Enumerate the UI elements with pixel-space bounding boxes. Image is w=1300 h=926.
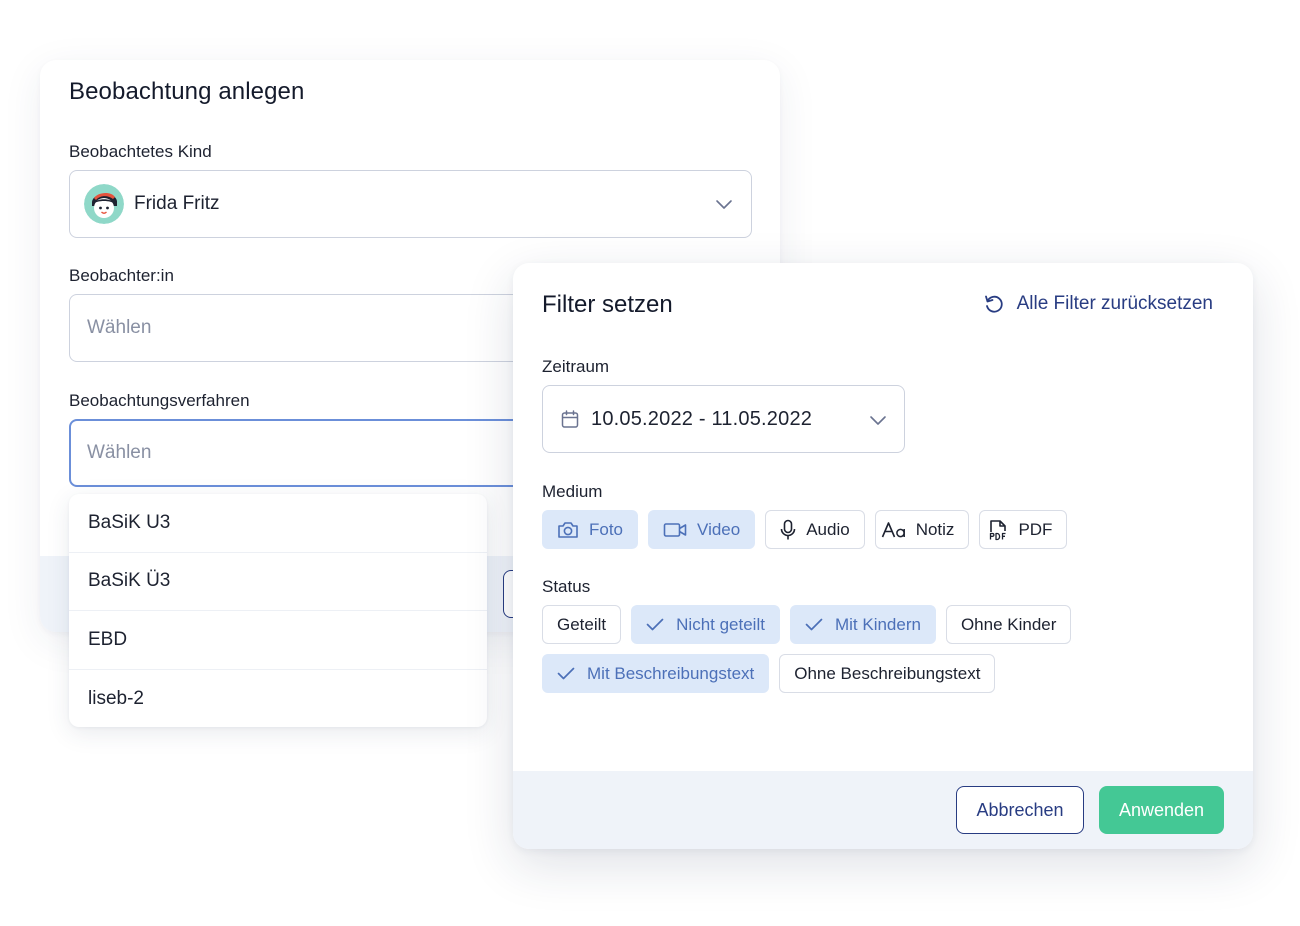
status-chip-row-1: Geteilt Nicht geteilt Mit Kindern Ohne K… bbox=[542, 605, 1072, 644]
filter-dialog-title: Filter setzen bbox=[542, 291, 673, 318]
status-chip-label: Ohne Beschreibungstext bbox=[794, 663, 981, 683]
medium-chip-label: PDF bbox=[1018, 519, 1053, 539]
child-select-value: Frida Fritz bbox=[134, 193, 220, 214]
status-chip-label: Ohne Kinder bbox=[960, 614, 1057, 634]
check-icon bbox=[557, 667, 575, 680]
check-icon bbox=[805, 618, 823, 631]
medium-chip-audio[interactable]: Audio bbox=[765, 510, 865, 549]
pdf-icon bbox=[988, 519, 1008, 541]
observer-select-placeholder: Wählen bbox=[87, 317, 152, 338]
status-chip-nicht-geteilt[interactable]: Nicht geteilt bbox=[631, 605, 780, 644]
reset-icon bbox=[984, 295, 1003, 313]
check-icon bbox=[646, 618, 664, 631]
medium-chip-row: Foto Video Audio Notiz PDF bbox=[542, 510, 1068, 549]
medium-chip-notiz[interactable]: Notiz bbox=[874, 510, 970, 549]
medium-label: Medium bbox=[542, 482, 603, 501]
dropdown-option[interactable]: BaSiK Ü3 bbox=[69, 553, 487, 611]
microphone-icon bbox=[780, 519, 796, 541]
dropdown-option[interactable]: BaSiK U3 bbox=[69, 494, 487, 553]
reset-filters-label: Alle Filter zurücksetzen bbox=[1016, 293, 1213, 314]
status-chip-label: Nicht geteilt bbox=[676, 614, 765, 634]
medium-chip-label: Notiz bbox=[915, 519, 955, 539]
cancel-button[interactable]: Abbrechen bbox=[956, 786, 1084, 834]
status-chip-mit-kindern[interactable]: Mit Kindern bbox=[789, 605, 936, 644]
observer-field-label: Beobachter:in bbox=[69, 266, 174, 285]
status-chip-label: Mit Beschreibungstext bbox=[587, 663, 755, 683]
medium-chip-pdf[interactable]: PDF bbox=[979, 510, 1068, 549]
status-chip-row-2: Mit Beschreibungstext Ohne Beschreibungs… bbox=[542, 654, 996, 693]
observation-form-title: Beobachtung anlegen bbox=[69, 78, 305, 105]
dropdown-option[interactable]: liseb-2 bbox=[69, 670, 487, 728]
method-select-placeholder: Wählen bbox=[87, 442, 152, 463]
video-icon bbox=[663, 522, 687, 538]
chevron-down-icon bbox=[716, 200, 732, 209]
period-label: Zeitraum bbox=[542, 357, 610, 376]
filter-dialog-footer: Abbrechen Anwenden bbox=[513, 771, 1253, 849]
medium-chip-label: Foto bbox=[589, 519, 624, 539]
reset-filters-link[interactable]: Alle Filter zurücksetzen bbox=[983, 293, 1213, 315]
calendar-icon bbox=[561, 409, 579, 428]
apply-button[interactable]: Anwenden bbox=[1099, 786, 1224, 834]
period-value: 10.05.2022 - 11.05.2022 bbox=[591, 407, 813, 430]
status-chip-mit-beschreibungstext[interactable]: Mit Beschreibungstext bbox=[542, 654, 770, 693]
status-chip-label: Mit Kindern bbox=[834, 614, 921, 634]
camera-icon bbox=[557, 521, 579, 539]
status-label: Status bbox=[542, 577, 591, 596]
status-chip-label: Geteilt bbox=[557, 614, 607, 634]
child-field-label: Beobachtetes Kind bbox=[69, 142, 212, 161]
status-chip-ohne-beschreibungstext[interactable]: Ohne Beschreibungstext bbox=[779, 654, 996, 693]
status-chip-ohne-kinder[interactable]: Ohne Kinder bbox=[945, 605, 1072, 644]
status-chip-geteilt[interactable]: Geteilt bbox=[542, 605, 622, 644]
method-dropdown-list: BaSiK U3 BaSiK Ü3 EBD liseb-2 bbox=[69, 494, 487, 727]
chevron-down-icon bbox=[870, 416, 886, 425]
text-icon bbox=[881, 521, 907, 539]
period-select[interactable]: 10.05.2022 - 11.05.2022 bbox=[542, 385, 905, 453]
medium-chip-label: Video bbox=[697, 519, 741, 539]
method-field-label: Beobachtungsverfahren bbox=[69, 391, 250, 410]
child-select[interactable]: Frida Fritz bbox=[69, 170, 752, 238]
child-avatar bbox=[84, 184, 124, 224]
medium-chip-foto[interactable]: Foto bbox=[542, 510, 639, 549]
medium-chip-video[interactable]: Video bbox=[648, 510, 756, 549]
dropdown-option[interactable]: EBD bbox=[69, 611, 487, 670]
medium-chip-label: Audio bbox=[806, 519, 850, 539]
filter-dialog: Filter setzen Alle Filter zurücksetzen Z… bbox=[513, 263, 1253, 849]
